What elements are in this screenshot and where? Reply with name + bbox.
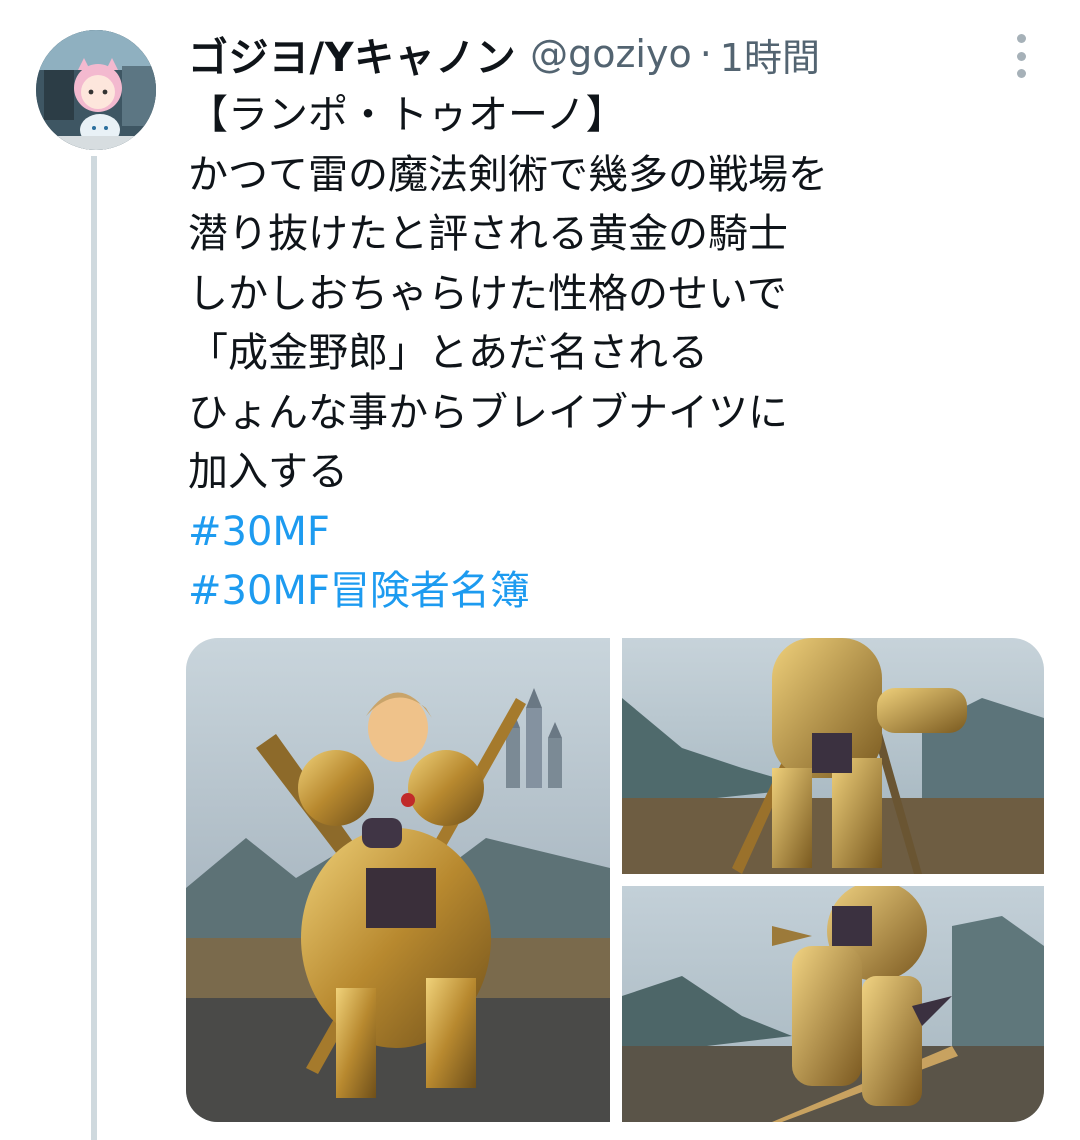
tweet-text: 【ランポ・トゥオーノ】 かつて雷の魔法剣術で幾多の戦場を 潜り抜けたと評される黄… bbox=[188, 86, 1048, 622]
tweet-text-line: 潜り抜けたと評される黄金の騎士 bbox=[188, 211, 788, 257]
photo-1[interactable] bbox=[186, 638, 610, 1122]
more-vertical-icon bbox=[1016, 34, 1026, 43]
media-grid bbox=[186, 638, 1044, 1122]
tweet-header: ゴジヨ/Yキャノン @goziyo · 1時間 bbox=[188, 26, 820, 82]
thread-line bbox=[91, 156, 97, 1140]
tweet-text-line: 加入する bbox=[188, 449, 348, 495]
more-options-button[interactable] bbox=[1006, 34, 1036, 78]
header-separator: · bbox=[699, 32, 712, 76]
more-vertical-icon bbox=[1016, 69, 1026, 78]
hashtag-link[interactable]: #30MF冒険者名簿 bbox=[188, 568, 530, 614]
photo-3[interactable] bbox=[622, 886, 1044, 1122]
avatar[interactable] bbox=[36, 30, 156, 150]
tweet-text-line: ひょんな事からブレイブナイツに bbox=[188, 389, 788, 436]
knight-figure-image bbox=[622, 638, 1044, 874]
hashtag-link[interactable]: #30MF bbox=[188, 509, 330, 555]
tweet[interactable]: ゴジヨ/Yキャノン @goziyo · 1時間 【ランポ・トゥオーノ】 かつて雷… bbox=[0, 0, 1080, 1140]
timestamp[interactable]: 1時間 bbox=[720, 27, 820, 82]
knight-figure-image bbox=[622, 886, 1044, 1122]
more-vertical-icon bbox=[1016, 51, 1026, 61]
knight-figure-image bbox=[186, 638, 610, 1122]
tweet-text-line: 「成金野郎」とあだ名される bbox=[188, 330, 708, 376]
avatar-icon bbox=[36, 30, 156, 150]
author-handle[interactable]: @goziyo bbox=[530, 32, 692, 76]
tweet-text-line: かつて雷の魔法剣術で幾多の戦場を bbox=[188, 151, 828, 198]
tweet-text-line: しかしおちゃらけた性格のせいで bbox=[188, 270, 787, 317]
author-display-name[interactable]: ゴジヨ/Yキャノン bbox=[188, 25, 516, 83]
photo-2[interactable] bbox=[622, 638, 1044, 874]
tweet-text-line: 【ランポ・トゥオーノ】 bbox=[188, 92, 626, 138]
